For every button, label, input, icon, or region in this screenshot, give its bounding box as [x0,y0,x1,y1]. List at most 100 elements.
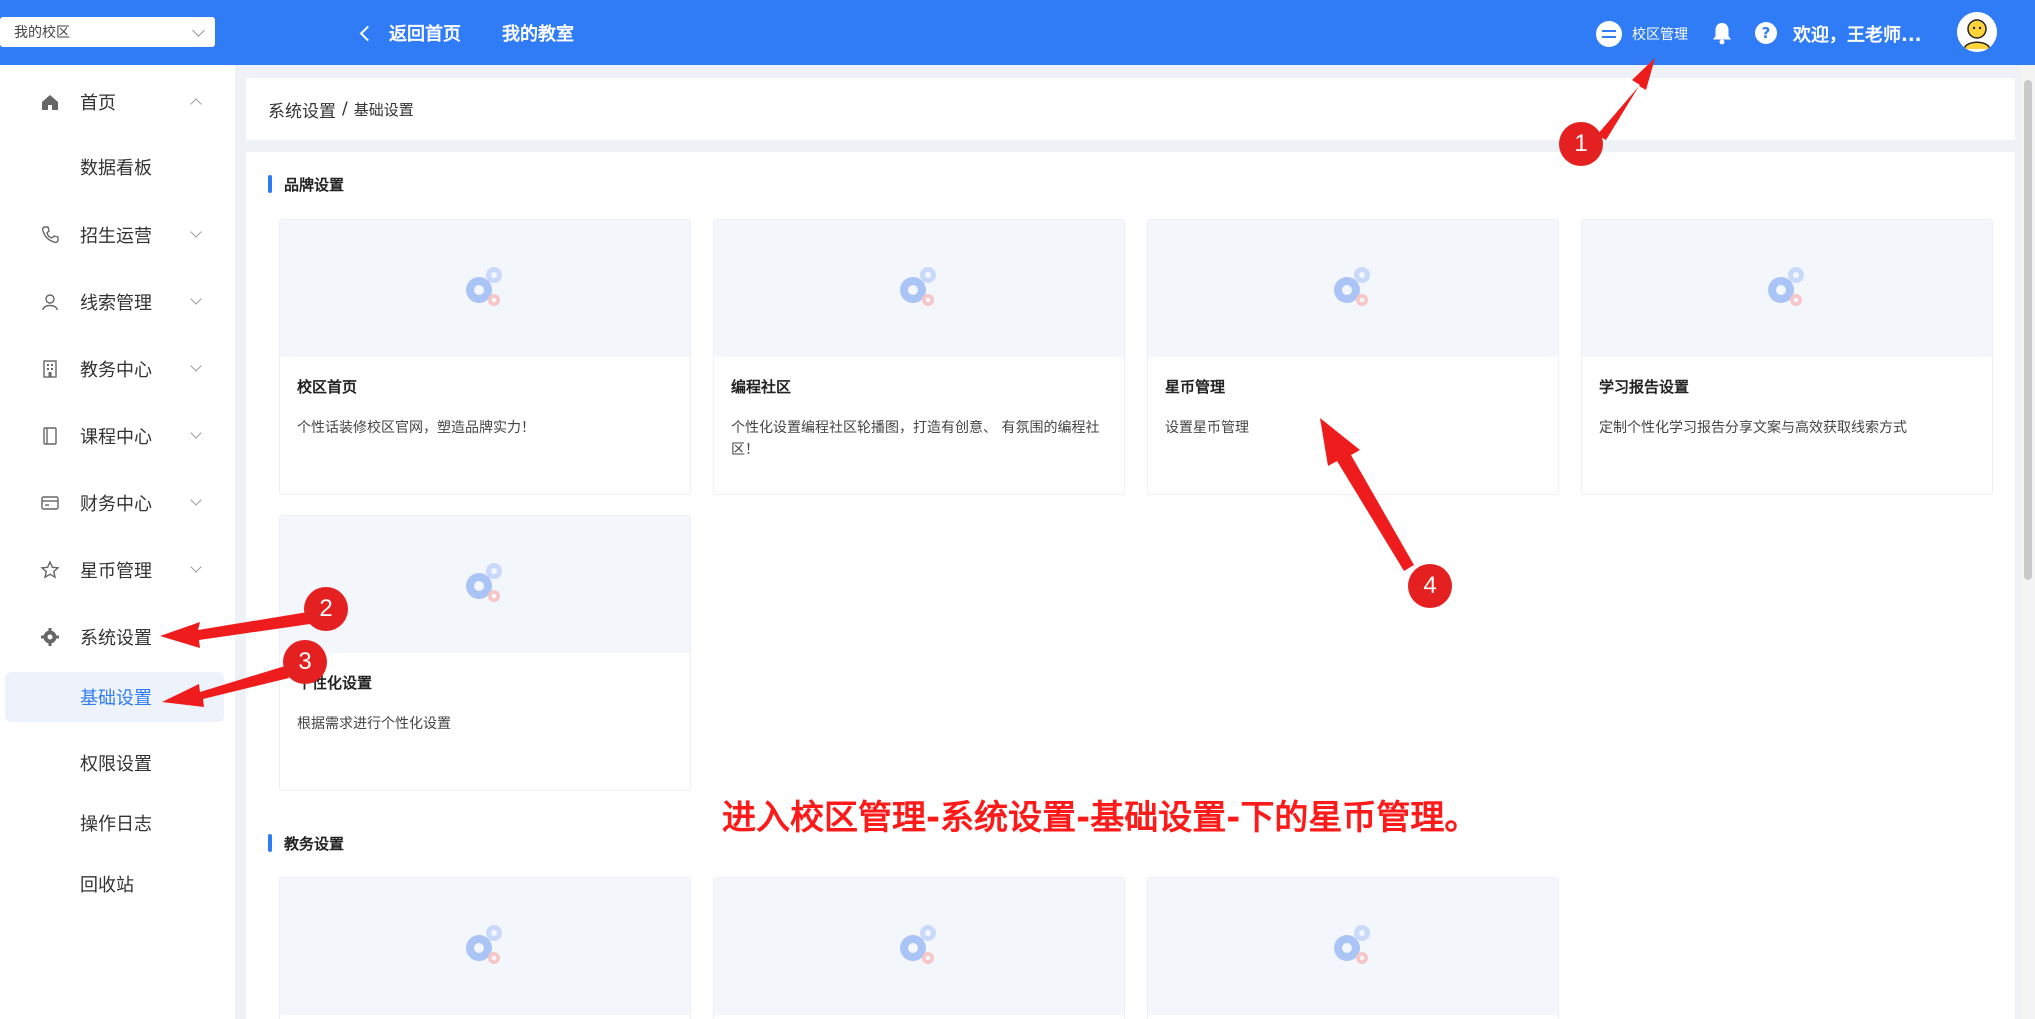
sidebar: 首页 数据看板 招生运营 线索管理 教务中心 课程中心 财务中心 星币管理 系统… [0,65,235,1019]
card-thumbnail [280,878,690,1015]
help-icon[interactable]: ? [1755,22,1777,44]
sidebar-item-star-coins[interactable]: 星币管理 [0,545,235,595]
gears-icon [1334,925,1370,964]
sidebar-item-label: 系统设置 [80,628,152,649]
sidebar-item-data-dashboard[interactable]: 数据看板 [0,142,235,192]
chevron-down-icon [190,226,202,238]
chevron-down-icon [190,427,202,439]
phone-icon [41,226,59,244]
chevron-left-icon [359,25,376,41]
user-icon [42,294,58,311]
card-star-coin-management[interactable]: 星币管理 设置星币管理 [1147,219,1559,495]
swap-icon [1596,21,1622,47]
card-title: 学习报告设置 [1599,378,1690,396]
annotation-badge-2: 2 [304,587,348,631]
card-icon [41,496,59,510]
card-personalization[interactable]: 个性化设置 根据需求进行个性化设置 [279,515,691,791]
breadcrumb: 系统设置 / 基础设置 [246,78,2015,140]
school-select[interactable]: 我的校区 [0,17,215,47]
card-thumbnail [714,220,1124,357]
sidebar-item-label: 回收站 [80,875,134,896]
sidebar-item-label: 财务中心 [80,494,152,515]
sidebar-item-basic-settings[interactable]: 基础设置 [5,672,224,722]
card-description: 设置星币管理 [1165,420,1249,436]
gears-icon [466,267,502,306]
sidebar-item-label: 基础设置 [80,688,152,709]
card-academic-3[interactable] [1147,877,1559,1019]
sidebar-item-label: 权限设置 [80,754,152,775]
back-home-link[interactable]: 返回首页 [359,20,461,46]
gears-icon [1334,267,1370,306]
sidebar-item-label: 课程中心 [80,427,152,448]
star-icon [40,560,60,579]
bell-icon[interactable] [1711,21,1733,45]
chevron-down-icon [190,494,202,506]
sidebar-item-label: 线索管理 [80,293,152,314]
campus-management-label: 校区管理 [1632,27,1688,43]
annotation-badge-1: 1 [1559,122,1603,166]
card-academic-1[interactable] [279,877,691,1019]
my-classroom-link[interactable]: 我的教室 [502,20,574,46]
sidebar-item-leads[interactable]: 线索管理 [0,277,235,327]
settings-content: 品牌设置 校区首页 个性话装修校区官网，塑造品牌实力！ 编程社区 个性化设置编程… [246,152,2015,1019]
chevron-up-icon [190,98,202,110]
sidebar-item-label: 首页 [80,93,116,114]
gear-icon [41,628,59,646]
sidebar-item-courses[interactable]: 课程中心 [0,411,235,461]
chevron-down-icon [190,561,202,573]
card-thumbnail [714,878,1124,1015]
sidebar-item-academic[interactable]: 教务中心 [0,344,235,394]
card-title: 星币管理 [1165,378,1226,396]
sidebar-item-system-settings[interactable]: 系统设置 [0,612,235,662]
avatar[interactable] [1957,12,1997,52]
scrollbar-thumb[interactable] [2024,80,2032,580]
school-select-value: 我的校区 [14,25,70,41]
card-coding-community[interactable]: 编程社区 个性化设置编程社区轮播图，打造有创意、 有氛围的编程社区！ [713,219,1125,495]
welcome-user[interactable]: 欢迎，王老师... [1793,21,1922,47]
sidebar-item-label: 操作日志 [80,814,152,835]
sidebar-item-home[interactable]: 首页 [0,77,235,127]
breadcrumb-separator: / [342,99,348,119]
sidebar-item-label: 招生运营 [80,226,152,247]
gears-icon [466,925,502,964]
section-title-brand: 品牌设置 [268,174,344,195]
gears-icon [1768,267,1804,306]
top-navigation-bar: 我的校区 返回首页 我的教室 校区管理 ? 欢迎，王老师... [0,0,2035,65]
sidebar-item-permissions[interactable]: 权限设置 [0,738,235,788]
card-description: 定制个性化学习报告分享文案与高效获取线索方式 [1599,420,1907,436]
card-campus-home[interactable]: 校区首页 个性话装修校区官网，塑造品牌实力！ [279,219,691,495]
card-title: 编程社区 [731,378,792,396]
annotation-instruction: 进入校区管理-系统设置-基础设置-下的星币管理。 [722,798,1479,838]
card-thumbnail [280,220,690,357]
sidebar-item-operation-log[interactable]: 操作日志 [0,798,235,848]
card-learning-report[interactable]: 学习报告设置 定制个性化学习报告分享文案与高效获取线索方式 [1581,219,1993,495]
card-thumbnail [1148,220,1558,357]
sidebar-item-finance[interactable]: 财务中心 [0,478,235,528]
card-thumbnail [1582,220,1992,357]
sidebar-item-label: 教务中心 [80,360,152,381]
card-description: 个性化设置编程社区轮播图，打造有创意、 有氛围的编程社区！ [731,420,1100,458]
home-icon [42,95,58,110]
sidebar-item-label: 星币管理 [80,561,152,582]
card-description: 根据需求进行个性化设置 [297,716,451,732]
sidebar-item-enrollment[interactable]: 招生运营 [0,210,235,260]
breadcrumb-current: 基础设置 [353,100,414,119]
chevron-down-icon [190,293,202,305]
breadcrumb-parent[interactable]: 系统设置 [268,97,336,122]
back-home-label: 返回首页 [389,24,461,45]
campus-management-button[interactable]: 校区管理 [1596,21,1688,47]
chevron-down-icon [192,24,205,37]
section-title-academic: 教务设置 [268,833,344,854]
card-thumbnail [280,516,690,653]
card-title: 校区首页 [297,378,358,396]
sidebar-item-recycle-bin[interactable]: 回收站 [0,859,235,909]
book-icon [43,427,57,445]
gears-icon [900,925,936,964]
card-description: 个性话装修校区官网，塑造品牌实力！ [297,420,535,436]
annotation-badge-4: 4 [1408,564,1452,608]
card-academic-2[interactable] [713,877,1125,1019]
building-icon [43,360,57,378]
sidebar-item-label: 数据看板 [80,158,152,179]
gears-icon [466,563,502,602]
card-thumbnail [1148,878,1558,1015]
